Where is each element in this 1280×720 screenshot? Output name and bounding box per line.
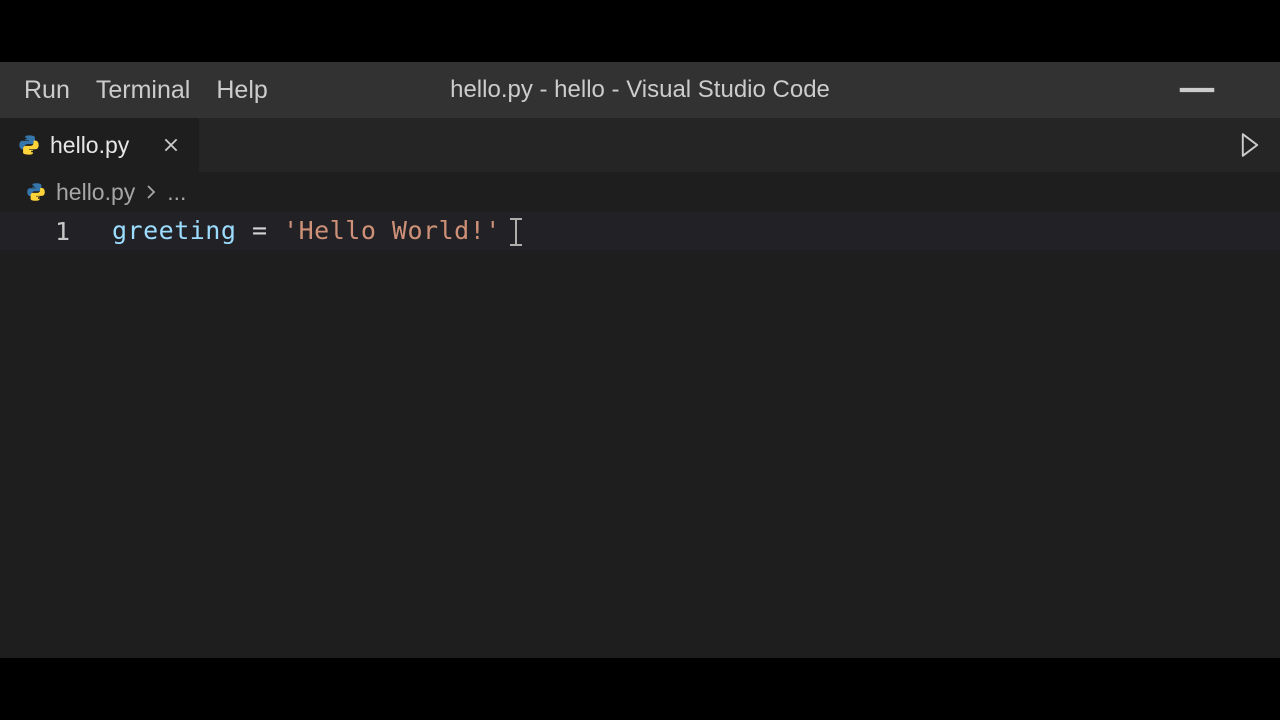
editor[interactable]: 1 greeting = 'Hello World!' xyxy=(0,212,1280,658)
line-number: 1 xyxy=(0,217,112,246)
text-cursor xyxy=(515,218,517,246)
play-icon xyxy=(1240,133,1260,157)
run-file-button[interactable] xyxy=(1230,118,1270,172)
tab-label: hello.py xyxy=(50,132,129,159)
menu-run[interactable]: Run xyxy=(24,76,70,105)
minimize-button[interactable] xyxy=(1174,62,1220,118)
vscode-window: Run Terminal Help hello.py - hello - Vis… xyxy=(0,62,1280,658)
chevron-right-icon xyxy=(145,179,157,206)
tab-close-button[interactable] xyxy=(157,131,185,159)
breadcrumb-trail[interactable]: ... xyxy=(167,179,186,206)
close-icon xyxy=(162,136,180,154)
menu-help[interactable]: Help xyxy=(216,76,267,105)
menubar: Run Terminal Help xyxy=(0,76,268,105)
token-variable: greeting xyxy=(112,216,236,245)
menu-terminal[interactable]: Terminal xyxy=(96,76,190,105)
python-icon xyxy=(18,134,40,156)
token-operator: = xyxy=(236,216,283,245)
tabbar: hello.py xyxy=(0,118,1280,172)
tab-hello-py[interactable]: hello.py xyxy=(0,118,200,172)
breadcrumb-file[interactable]: hello.py xyxy=(56,179,135,206)
titlebar: Run Terminal Help hello.py - hello - Vis… xyxy=(0,62,1280,118)
minimize-icon xyxy=(1174,67,1220,113)
code-content[interactable]: greeting = 'Hello World!' xyxy=(112,216,517,246)
window-title: hello.py - hello - Visual Studio Code xyxy=(450,76,830,104)
python-icon xyxy=(26,182,46,202)
token-string: 'Hello World!' xyxy=(283,216,501,245)
breadcrumb[interactable]: hello.py ... xyxy=(0,172,1280,212)
editor-line[interactable]: 1 greeting = 'Hello World!' xyxy=(0,212,1280,250)
